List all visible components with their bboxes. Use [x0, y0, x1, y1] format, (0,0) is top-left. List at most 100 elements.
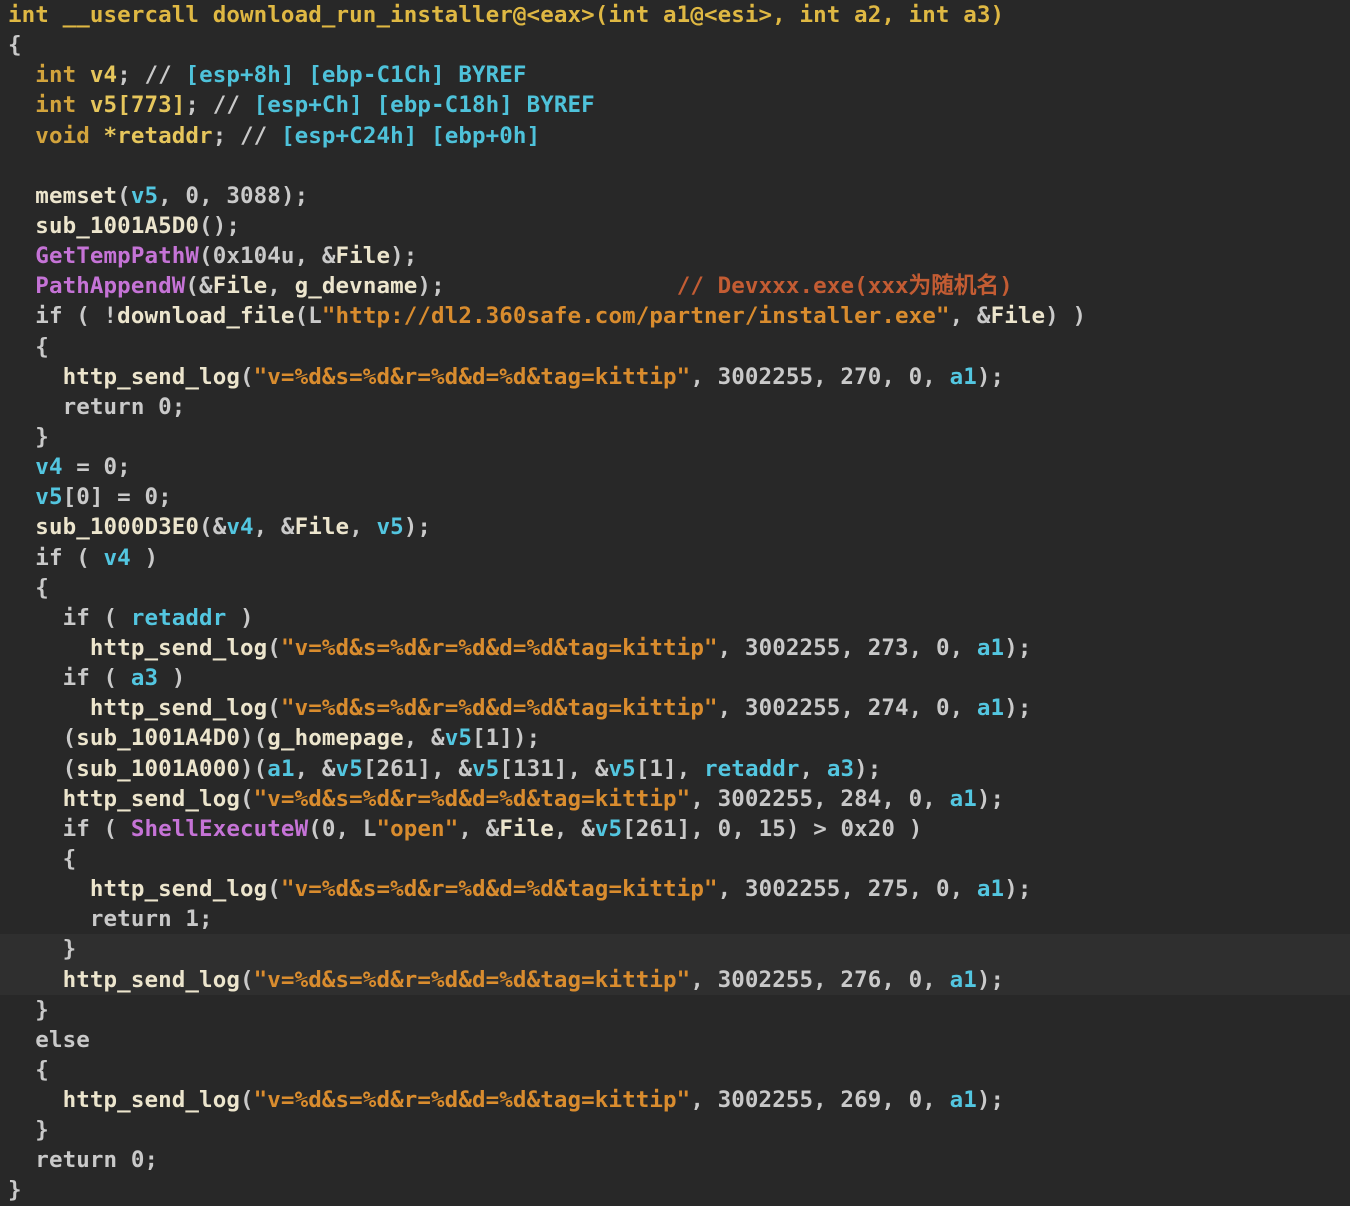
- code-line[interactable]: http_send_log("v=%d&s=%d&r=%d&d=%d&tag=k…: [0, 964, 1350, 995]
- code-line[interactable]: [0, 151, 1350, 181]
- code-line[interactable]: if ( v4 ): [0, 543, 1350, 573]
- code-line[interactable]: if ( ShellExecuteW(0, L"open", &File, &v…: [0, 814, 1350, 844]
- code-token: (: [8, 725, 77, 752]
- code-line[interactable]: v5[0] = 0;: [0, 482, 1350, 512]
- code-token: {: [8, 845, 77, 872]
- code-token: , &: [949, 303, 991, 330]
- code-token: (: [267, 876, 281, 903]
- code-token: ,: [349, 514, 377, 541]
- code-token: a1: [949, 785, 977, 812]
- code-line[interactable]: PathAppendW(&File, g_devname); // Devxxx…: [0, 271, 1350, 301]
- code-line[interactable]: GetTempPathW(0x104u, &File);: [0, 241, 1350, 271]
- code-token: File: [294, 514, 350, 541]
- code-token: if (: [8, 815, 131, 842]
- code-token: );: [1004, 695, 1032, 722]
- code-line[interactable]: (sub_1001A000)(a1, &v5[261], &v5[131], &…: [0, 754, 1350, 784]
- code-token: , 3002255, 270, 0,: [690, 363, 950, 390]
- code-token: );: [1004, 634, 1032, 661]
- code-token: if (: [8, 544, 104, 571]
- code-token: v5: [594, 815, 623, 842]
- code-line[interactable]: http_send_log("v=%d&s=%d&r=%d&d=%d&tag=k…: [0, 362, 1350, 392]
- code-token: , &: [294, 755, 336, 782]
- code-token: "v=%d&s=%d&r=%d&d=%d&tag=kittip": [280, 876, 718, 903]
- code-line[interactable]: void *retaddr; // [esp+C24h] [ebp+0h]: [0, 121, 1350, 151]
- code-token: , &: [253, 514, 295, 541]
- code-token: a1: [267, 755, 295, 782]
- code-line[interactable]: int v4; // [esp+8h] [ebp-C1Ch] BYREF: [0, 60, 1350, 90]
- code-line[interactable]: {: [0, 1055, 1350, 1085]
- code-token: (: [8, 755, 77, 782]
- code-line[interactable]: }: [0, 422, 1350, 452]
- code-line[interactable]: return 0;: [0, 392, 1350, 422]
- code-line[interactable]: return 0;: [0, 1145, 1350, 1175]
- code-line[interactable]: v4 = 0;: [0, 452, 1350, 482]
- code-line[interactable]: }: [0, 1115, 1350, 1145]
- code-token: (: [239, 1087, 254, 1114]
- code-token: }: [8, 936, 77, 963]
- code-token: ();: [199, 212, 240, 239]
- code-line[interactable]: int __usercall download_run_installer@<e…: [0, 0, 1350, 30]
- code-token: (: [239, 363, 254, 390]
- code-token: a1: [949, 966, 977, 993]
- code-token: "v=%d&s=%d&r=%d&d=%d&tag=kittip": [280, 695, 718, 722]
- code-line[interactable]: http_send_log("v=%d&s=%d&r=%d&d=%d&tag=k…: [0, 1085, 1350, 1115]
- code-token: int: [8, 92, 77, 119]
- code-token: http_send_log: [8, 876, 268, 903]
- code-token: v5: [472, 755, 500, 782]
- code-token: http_send_log: [8, 1087, 240, 1114]
- code-token: )(: [240, 725, 268, 752]
- code-token: "http://dl2.360safe.com/partner/installe…: [321, 303, 950, 330]
- code-line[interactable]: int v5[773]; // [esp+Ch] [ebp-C18h] BYRE…: [0, 90, 1350, 120]
- code-line[interactable]: if ( !download_file(L"http://dl2.360safe…: [0, 301, 1350, 331]
- code-token: if ( !: [8, 303, 118, 330]
- code-token: , 3002255, 273, 0,: [717, 634, 977, 661]
- code-token: }: [8, 996, 49, 1023]
- code-token: (: [267, 695, 281, 722]
- code-token: (&: [199, 514, 227, 541]
- code-token: );: [976, 1087, 1005, 1114]
- code-token: v5: [335, 755, 363, 782]
- code-token: v4: [103, 544, 131, 571]
- code-line[interactable]: memset(v5, 0, 3088);: [0, 181, 1350, 211]
- code-line[interactable]: else: [0, 1025, 1350, 1055]
- code-line[interactable]: sub_1001A5D0();: [0, 211, 1350, 241]
- code-token: , 3002255, 284, 0,: [690, 785, 950, 812]
- code-token: http_send_log: [8, 695, 268, 722]
- code-token: ; //: [185, 92, 254, 119]
- code-token: download_file: [117, 303, 295, 330]
- code-token: GetTempPathW: [8, 243, 200, 270]
- code-token: [261], 0, 15) > 0x20 ): [622, 815, 923, 842]
- code-token: void: [8, 122, 104, 149]
- code-token: ,: [799, 755, 827, 782]
- code-token: , 3002255, 275, 0,: [717, 876, 977, 903]
- code-line[interactable]: {: [0, 332, 1350, 362]
- code-line[interactable]: (sub_1001A4D0)(g_homepage, &v5[1]);: [0, 723, 1350, 753]
- code-line[interactable]: }: [0, 995, 1350, 1025]
- code-line[interactable]: }: [0, 1175, 1350, 1205]
- code-line[interactable]: http_send_log("v=%d&s=%d&r=%d&d=%d&tag=k…: [0, 874, 1350, 904]
- code-token: [esp+8h] [ebp-C1Ch] BYREF: [185, 62, 527, 89]
- code-line[interactable]: }: [0, 934, 1350, 965]
- pseudocode-view[interactable]: int __usercall download_run_installer@<e…: [0, 0, 1350, 1206]
- code-token: retaddr: [704, 755, 800, 782]
- code-line[interactable]: {: [0, 30, 1350, 60]
- code-token: "v=%d&s=%d&r=%d&d=%d&tag=kittip": [253, 785, 691, 812]
- code-token: int __usercall download_run_installer@<e…: [8, 2, 1005, 28]
- code-line[interactable]: http_send_log("v=%d&s=%d&r=%d&d=%d&tag=k…: [0, 633, 1350, 663]
- code-token: return 1;: [8, 906, 213, 933]
- code-token: );: [403, 514, 432, 541]
- code-line[interactable]: {: [0, 573, 1350, 603]
- code-line[interactable]: return 1;: [0, 904, 1350, 934]
- code-line[interactable]: http_send_log("v=%d&s=%d&r=%d&d=%d&tag=k…: [0, 784, 1350, 814]
- code-token: g_homepage: [267, 725, 404, 752]
- code-line[interactable]: {: [0, 844, 1350, 874]
- code-token: else: [8, 1026, 90, 1053]
- code-line[interactable]: if ( a3 ): [0, 663, 1350, 693]
- code-line[interactable]: if ( retaddr ): [0, 603, 1350, 633]
- code-line[interactable]: sub_1000D3E0(&v4, &File, v5);: [0, 512, 1350, 542]
- code-token: [0] = 0;: [62, 484, 172, 511]
- code-token: if (: [8, 665, 131, 692]
- code-line[interactable]: http_send_log("v=%d&s=%d&r=%d&d=%d&tag=k…: [0, 693, 1350, 723]
- code-token: a3: [130, 665, 159, 692]
- code-token: g_devname: [294, 273, 418, 300]
